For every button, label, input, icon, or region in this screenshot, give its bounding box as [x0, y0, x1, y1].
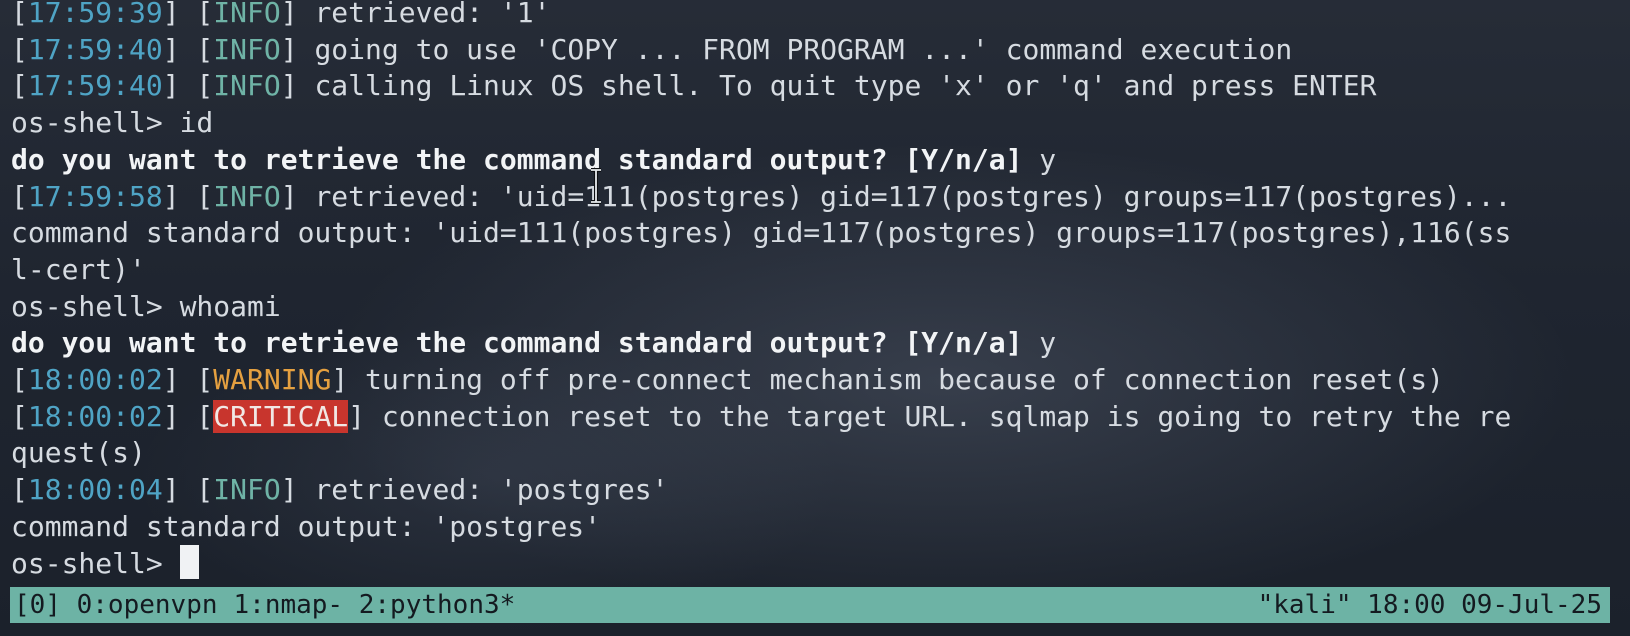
log-level-badge: INFO: [213, 473, 281, 507]
status-right: "kali" 18:00 09-Jul-25: [1258, 587, 1602, 623]
shell-command: id: [179, 106, 214, 140]
log-level-badge: WARNING: [213, 363, 332, 396]
window-tab-nmap[interactable]: 1:nmap-: [234, 587, 344, 623]
terminal-output[interactable]: [17:59:39] [INFO] retrieved: '1' [17:59:4…: [0, 0, 1630, 586]
output-line: command standard output: 'postgres': [11, 508, 601, 546]
status-left: [0] 0:openvpn 1:nmap- 2:python3*: [14, 587, 515, 623]
output-line: command standard output: 'uid=111(postgr…: [11, 214, 1511, 252]
tmux-status-bar: [0] 0:openvpn 1:nmap- 2:python3* "kali" 1…: [10, 587, 1610, 623]
log-timestamp: 17:59:58: [27, 179, 163, 213]
prompt-question: do you want to retrieve the command stan…: [11, 142, 1023, 176]
log-line: [18:00:02] [WARNING] turning off pre-con…: [11, 363, 1444, 396]
log-message: turning off pre-connect mechanism becaus…: [365, 363, 1444, 396]
log-timestamp: 18:00:04: [27, 473, 163, 507]
log-level-badge: INFO: [213, 179, 281, 213]
prompt-question: do you want to retrieve the command stan…: [11, 326, 1023, 360]
shell-command: whoami: [179, 289, 281, 323]
shell-prompt-line: os-shell> whoami: [11, 288, 281, 326]
output-text: quest(s): [11, 436, 146, 470]
shell-prompt-line: os-shell>: [11, 544, 199, 583]
output-line: l-cert)': [11, 251, 146, 289]
i-beam-cursor-icon: [591, 168, 601, 204]
log-line: [17:59:40] [INFO] going to use 'COPY ...…: [11, 32, 1293, 66]
log-line: [17:59:39] [INFO] retrieved: '1': [11, 0, 550, 32]
prompt-question-line: do you want to retrieve the command stan…: [11, 324, 1056, 362]
clock-date: 09-Jul-25: [1461, 590, 1602, 620]
window-tab-openvpn[interactable]: 0:openvpn: [77, 587, 218, 623]
log-message: retrieved: '1': [314, 0, 551, 29]
output-text: command standard output: 'uid=111(postgr…: [11, 216, 1512, 250]
log-message: going to use 'COPY ... FROM PROGRAM ...'…: [314, 32, 1293, 66]
text-cursor[interactable]: [179, 544, 199, 579]
shell-prompt: os-shell>: [11, 106, 180, 140]
shell-prompt-line: os-shell> id: [11, 104, 213, 142]
log-level-badge: INFO: [213, 32, 281, 66]
log-line: [18:00:02] [CRITICAL] connection reset t…: [11, 399, 1512, 433]
session-indicator: [0]: [14, 590, 61, 620]
log-message: calling Linux OS shell. To quit type 'x'…: [314, 69, 1377, 103]
prompt-answer: y: [1022, 142, 1057, 176]
log-level-badge: CRITICAL: [213, 399, 349, 433]
shell-prompt: os-shell>: [11, 546, 180, 580]
hostname: "kali": [1257, 590, 1352, 620]
output-text: l-cert)': [11, 252, 146, 286]
output-text: command standard output: 'postgres': [11, 509, 602, 543]
log-line: [17:59:58] [INFO] retrieved: 'uid=111(po…: [11, 179, 1512, 213]
log-timestamp: 17:59:40: [27, 69, 163, 103]
window-tab-python3[interactable]: 2:python3*: [359, 587, 516, 623]
log-timestamp: 17:59:39: [27, 0, 163, 29]
shell-prompt: os-shell>: [11, 289, 180, 323]
prompt-question-line: do you want to retrieve the command stan…: [11, 141, 1056, 179]
log-level-badge: INFO: [213, 0, 281, 29]
log-timestamp: 18:00:02: [27, 399, 163, 433]
log-message: connection reset to the target URL. sqlm…: [381, 399, 1512, 433]
log-level-badge: INFO: [213, 69, 281, 103]
log-message: retrieved: 'postgres': [314, 473, 669, 507]
output-line: quest(s): [11, 434, 146, 472]
prompt-answer: y: [1022, 326, 1057, 360]
log-message: retrieved: 'uid=111(postgres) gid=117(po…: [314, 179, 1512, 213]
clock-time: 18:00: [1367, 590, 1446, 620]
log-timestamp: 17:59:40: [27, 32, 163, 66]
log-timestamp: 18:00:02: [27, 363, 163, 396]
log-line: [17:59:40] [INFO] calling Linux OS shell…: [11, 69, 1377, 103]
log-line: [18:00:04] [INFO] retrieved: 'postgres': [11, 473, 669, 507]
